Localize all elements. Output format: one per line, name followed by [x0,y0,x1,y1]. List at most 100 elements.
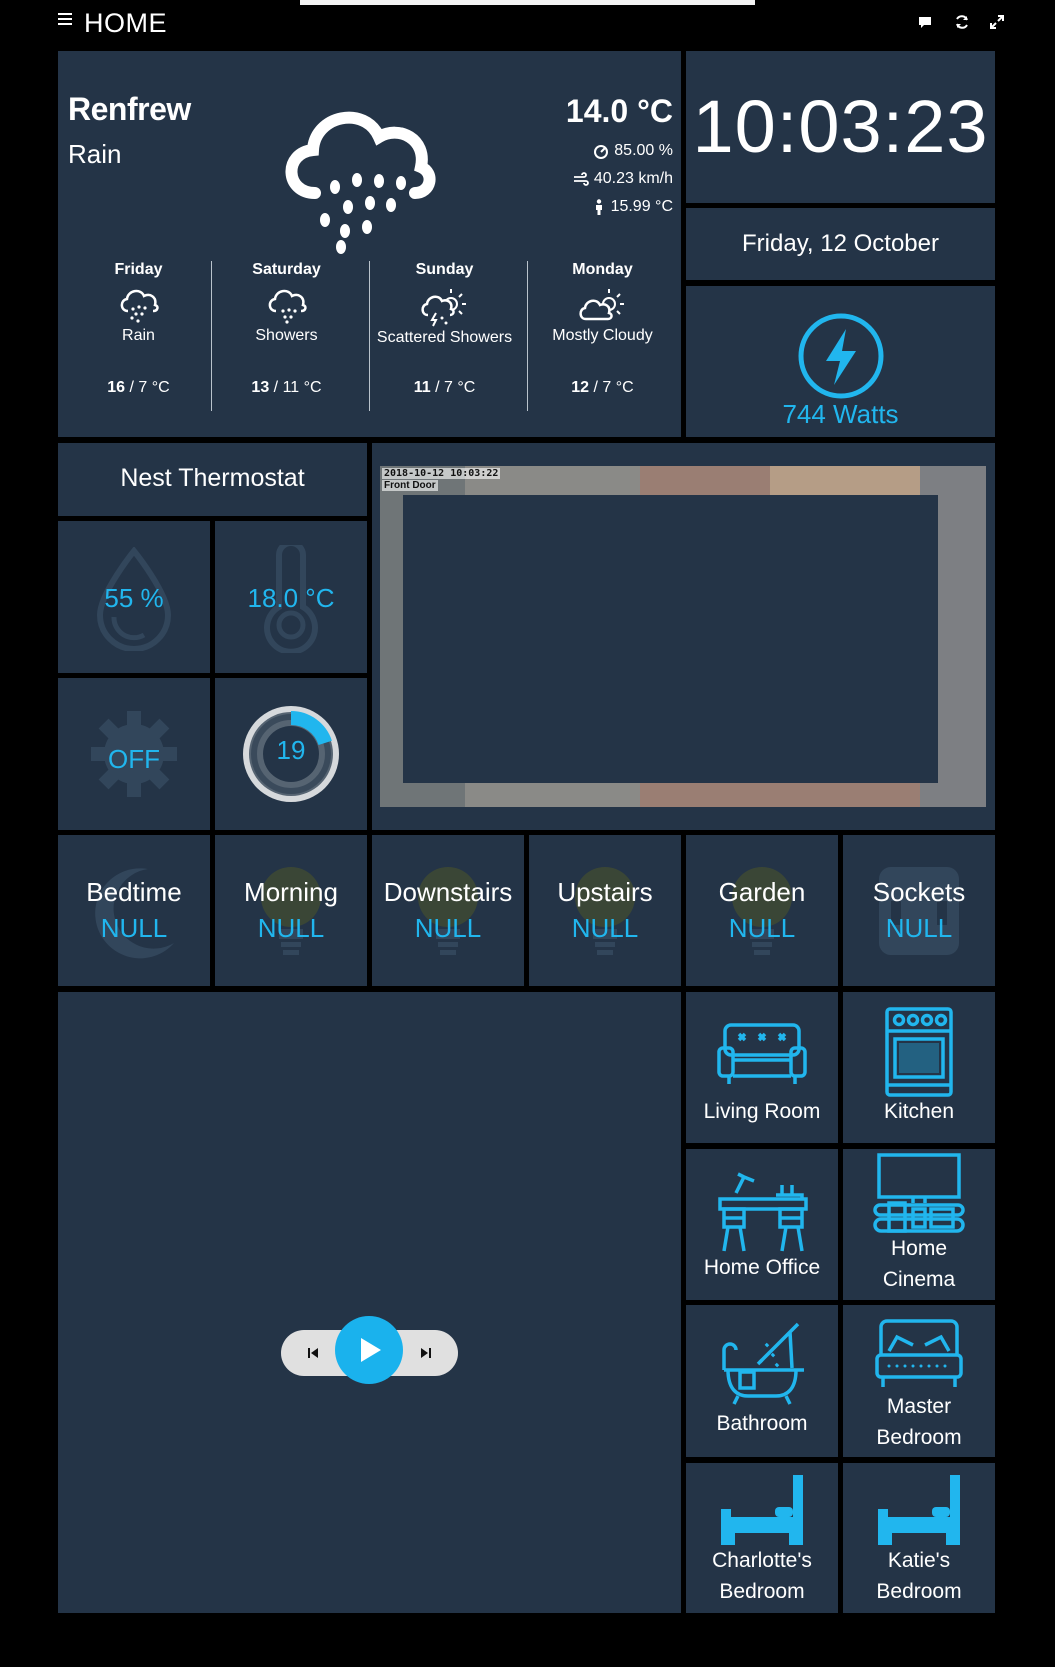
scene-value: NULL [257,913,325,943]
weather-tile: Renfrew Rain 14.0 °C 85.00 % 40.23 km/h … [58,51,681,437]
room-living-room[interactable]: Living Room [686,992,838,1143]
room-label: Katie's [887,1549,951,1572]
clock-tile: 10:03:23 [686,51,995,203]
weather-humidity-row: 85.00 % [592,142,673,160]
room-kitchen[interactable]: Kitchen [843,992,995,1143]
scene-name: Bedtime [86,877,182,907]
forecast-low: / 7 °C [593,379,634,396]
room-label: Bathroom [716,1412,808,1435]
weather-condition: Rain [68,139,122,169]
thermostat-mode: OFF [108,744,160,774]
thermostat-temperature-tile: 18.0 °C [215,521,367,673]
weather-humidity: 85.00 % [614,142,673,159]
scene-value: NULL [100,913,168,943]
previous-track-icon[interactable] [307,1347,319,1359]
room-charlottes-bedroom[interactable]: Charlotte's Bedroom [686,1463,838,1613]
room-label: Master [886,1395,952,1418]
scene-value: NULL [571,913,639,943]
scene-sockets[interactable]: Sockets NULL [843,835,995,986]
forecast-high: 12 [571,379,590,396]
weather-wind: 40.23 km/h [593,170,673,187]
room-bathroom[interactable]: Bathroom [686,1305,838,1457]
play-button[interactable] [335,1316,403,1384]
room-label: Kitchen [883,1100,955,1123]
scene-name: Sockets [872,877,966,907]
desk-icon [718,1172,808,1252]
play-icon [361,1338,381,1362]
scene-name: Downstairs [383,877,513,907]
room-label: Home Office [703,1256,821,1279]
scene-value: NULL [885,913,953,943]
showers-cloud-icon [268,289,307,324]
forecast-day-label: Friday [114,261,163,278]
forecast-day: Friday Rain 16 / 7 °C [60,261,217,411]
room-katies-bedroom[interactable]: Katie's Bedroom [843,1463,995,1613]
thermostat-humidity: 55 % [104,583,164,613]
thermostat-target-tile[interactable]: 19 [215,678,367,830]
rain-cloud-icon [120,289,159,323]
room-home-office[interactable]: Home Office [686,1149,838,1300]
tv-icon [873,1153,965,1233]
next-track-icon[interactable] [420,1347,432,1359]
forecast-temp: 12 / 7 °C [524,379,681,397]
refresh-icon[interactable] [954,14,970,30]
scene-morning[interactable]: Morning NULL [215,835,367,986]
scene-name: Upstairs [557,877,653,907]
oven-icon [885,1007,953,1097]
forecast-condition: Showers [255,327,318,344]
page-title: HOME [84,8,167,38]
room-master-bedroom[interactable]: Master Bedroom [843,1305,995,1457]
forecast-day-label: Monday [572,261,633,278]
forecast-low: / 11 °C [273,379,322,396]
hamburger-menu-icon[interactable] [58,13,72,27]
weather-feels-row: 15.99 °C [591,198,673,216]
camera-name: Front Door [382,480,438,491]
thermostat-mode-tile[interactable]: OFF [58,678,210,830]
room-label: Cinema [882,1268,956,1291]
thermostat-humidity-tile: 55 % [58,521,210,673]
forecast-condition: Scattered Showers [376,329,513,346]
forecast-condition: Rain [122,327,155,344]
scene-name: Morning [244,877,338,907]
weather-feels-like: 15.99 °C [610,198,673,215]
person-icon [595,199,602,215]
forecast-day: Sunday Scattered Showers 11 / 7 °C [366,261,523,411]
moon-icon [95,868,174,959]
single-bed-icon [878,1475,960,1545]
forecast-day: Monday Mostly Cloudy 12 / 7 °C [524,261,681,411]
double-bed-icon [875,1319,963,1387]
forecast-condition: Mostly Cloudy [552,327,653,344]
scene-bedtime[interactable]: Bedtime NULL [58,835,210,986]
chat-icon[interactable] [917,14,933,30]
single-bed-icon [721,1475,803,1545]
forecast-temp: 16 / 7 °C [60,379,217,397]
forecast-day-label: Sunday [415,261,474,278]
thermostat-title: Nest Thermostat [120,464,305,492]
fullscreen-icon[interactable] [989,14,1005,30]
power-tile[interactable]: 744 Watts [686,286,995,437]
humidity-gauge-icon [594,145,609,159]
thermostat-temperature: 18.0 °C [247,583,335,613]
date-tile: Friday, 12 October [686,208,995,280]
room-label: Bedroom [719,1580,805,1603]
forecast-low: / 7 °C [129,379,170,396]
forecast-low: / 7 °C [435,379,476,396]
room-label: Living Room [703,1100,821,1123]
scene-value: NULL [728,913,796,943]
room-label: Bedroom [876,1580,962,1603]
scattered-showers-icon [420,289,466,327]
lightning-icon [798,313,884,399]
sofa-icon [717,1023,807,1084]
bathtub-icon [722,1322,804,1405]
forecast-day: Saturday Showers 13 / 11 °C [208,261,365,411]
scene-downstairs[interactable]: Downstairs NULL [372,835,524,986]
forecast-day-label: Saturday [252,261,321,278]
camera-feed[interactable]: 2018-10-12 10:03:22 Front Door [380,466,986,807]
scene-upstairs[interactable]: Upstairs NULL [529,835,681,986]
scene-garden[interactable]: Garden NULL [686,835,838,986]
room-home-cinema[interactable]: Home Cinema [843,1149,995,1300]
wind-icon [573,172,589,186]
room-label: Charlotte's [712,1549,812,1572]
thermostat-title-tile: Nest Thermostat [58,443,367,516]
camera-overlay [403,495,938,783]
